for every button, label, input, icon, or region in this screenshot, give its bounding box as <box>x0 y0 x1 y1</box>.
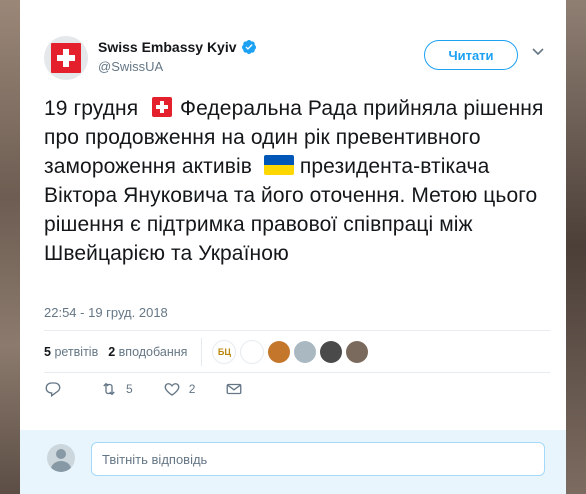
chevron-down-icon[interactable] <box>532 48 544 56</box>
display-name[interactable]: Swiss Embassy Kyiv <box>98 39 257 55</box>
ukraine-flag-emoji-icon <box>263 155 294 175</box>
verified-badge-icon <box>241 40 256 54</box>
reply-input[interactable] <box>91 442 545 476</box>
tweet-actions: 5 2 <box>44 380 281 398</box>
retweets-label: ретвітів <box>54 345 99 359</box>
retweet-action[interactable]: 5 <box>100 380 133 398</box>
reply-action[interactable] <box>44 380 70 398</box>
tweet-card: Swiss Embassy Kyiv @SwissUA Читати 19 гр… <box>20 0 566 494</box>
heart-icon <box>164 383 180 396</box>
likes-label: вподобання <box>118 345 188 359</box>
tweet-text: 19 грудня Федеральна Рада прийняла рішен… <box>44 94 549 268</box>
tweet-stats: 5 ретвітів 2 вподобання БЦ <box>44 336 550 368</box>
reply-composer <box>20 430 566 494</box>
account-names: Swiss Embassy Kyiv @SwissUA <box>98 39 257 74</box>
liker-avatar[interactable] <box>346 341 369 363</box>
divider <box>44 330 550 331</box>
like-action[interactable]: 2 <box>163 380 196 398</box>
direct-message-action[interactable] <box>225 380 251 398</box>
follow-button[interactable]: Читати <box>424 40 518 70</box>
background-left <box>0 0 20 494</box>
tweet-date-prefix: 19 грудня <box>44 97 139 120</box>
envelope-icon <box>226 383 242 395</box>
likes-stat[interactable]: 2 вподобання <box>108 345 187 359</box>
liker-avatar[interactable] <box>294 341 317 363</box>
retweets-stat[interactable]: 5 ретвітів <box>44 345 98 359</box>
likers-avatars: БЦ <box>212 340 369 364</box>
tweet-header: Swiss Embassy Kyiv @SwissUA Читати <box>44 36 550 80</box>
retweet-icon <box>103 382 115 396</box>
account-avatar[interactable] <box>44 36 88 80</box>
background-right <box>566 0 586 494</box>
reply-icon <box>45 382 61 398</box>
swiss-flag-emoji-icon <box>152 97 173 117</box>
liker-avatar[interactable] <box>240 340 265 364</box>
retweets-count: 5 <box>44 345 51 359</box>
display-name-text[interactable]: Swiss Embassy Kyiv <box>98 39 237 55</box>
like-count: 2 <box>188 382 196 396</box>
liker-avatar[interactable] <box>320 341 343 363</box>
tweet-timestamp[interactable]: 22:54 - 19 груд. 2018 <box>44 305 168 320</box>
divider <box>44 372 550 373</box>
likes-count: 2 <box>108 345 116 359</box>
current-user-avatar <box>47 444 75 472</box>
liker-avatar[interactable] <box>268 341 291 363</box>
stats-divider <box>201 338 203 366</box>
liker-avatar[interactable]: БЦ <box>212 340 237 364</box>
account-handle[interactable]: @SwissUA <box>98 59 257 74</box>
retweet-count: 5 <box>126 382 133 396</box>
swiss-flag-icon <box>51 43 81 73</box>
